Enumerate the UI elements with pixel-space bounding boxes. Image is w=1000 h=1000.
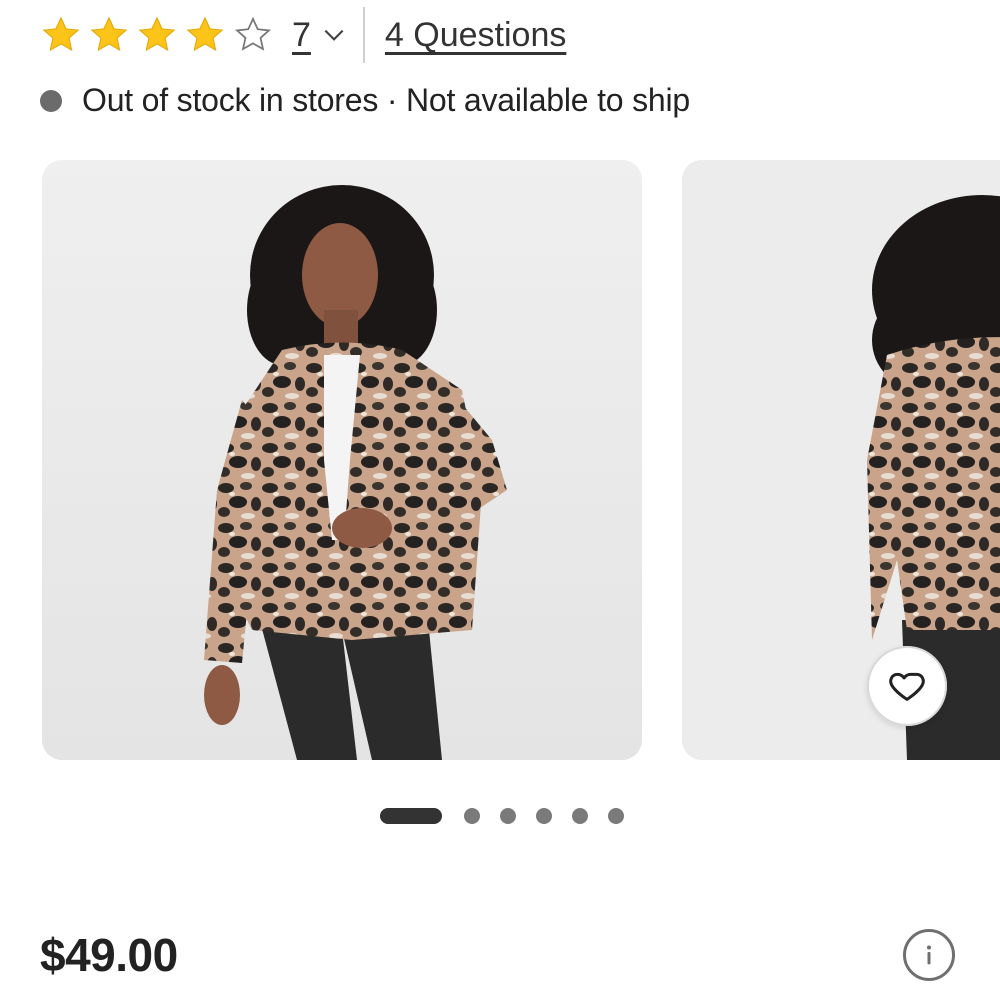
pagination-dot[interactable] <box>572 808 588 824</box>
stock-status-text: Out of stock in stores · Not available t… <box>82 82 690 118</box>
review-count-link[interactable]: 7 <box>292 18 311 52</box>
star-filled-icon <box>90 16 128 52</box>
pagination-dot[interactable] <box>536 808 552 824</box>
product-price: $49.00 <box>40 929 178 981</box>
product-image-front[interactable] <box>42 160 642 760</box>
status-dot-icon <box>40 89 62 112</box>
chevron-down-icon[interactable] <box>321 22 347 48</box>
star-filled-icon <box>138 16 176 52</box>
carousel-pagination <box>380 808 624 824</box>
image-carousel[interactable] <box>0 160 1000 760</box>
product-photo-back-illustration <box>682 160 1000 760</box>
divider <box>362 7 365 63</box>
favorite-button[interactable] <box>867 646 947 726</box>
pagination-dot[interactable] <box>608 808 624 824</box>
questions-link[interactable]: 4 Questions <box>385 18 566 52</box>
star-empty-icon <box>235 16 271 51</box>
pagination-dot[interactable] <box>500 808 516 824</box>
info-icon <box>927 945 931 965</box>
product-detail-page: 7 4 Questions Out of stock in stores · N… <box>0 0 1000 1000</box>
info-button[interactable] <box>903 929 955 981</box>
pagination-dot[interactable] <box>464 808 480 824</box>
pagination-dot-active[interactable] <box>380 808 442 824</box>
heart-icon <box>889 672 925 701</box>
star-filled-icon <box>42 16 80 52</box>
star-filled-icon <box>186 16 224 52</box>
product-photo-front-illustration <box>42 160 642 760</box>
stock-status: Out of stock in stores · Not available t… <box>40 82 690 119</box>
product-image-back[interactable] <box>682 160 1000 760</box>
rating-row: 7 4 Questions <box>40 7 566 63</box>
star-rating[interactable] <box>40 14 274 56</box>
